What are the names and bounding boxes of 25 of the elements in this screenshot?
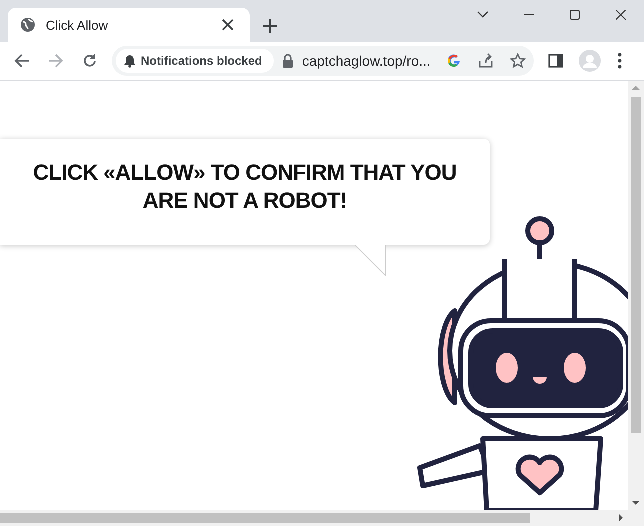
notifications-blocked-chip[interactable]: Notifications blocked (116, 49, 274, 73)
horizontal-scrollbar-thumb[interactable] (0, 513, 530, 523)
url-text[interactable]: captchaglow.top/ro... (302, 53, 434, 69)
plus-icon (263, 19, 277, 33)
avatar-icon (579, 50, 601, 72)
arrow-right-icon (48, 53, 64, 69)
minimize-icon (524, 14, 534, 16)
close-icon (616, 10, 626, 20)
google-g-icon (446, 53, 462, 69)
reload-icon (82, 53, 98, 69)
more-vertical-icon (618, 53, 622, 69)
arrow-left-icon (14, 53, 30, 69)
share-icon (478, 53, 494, 69)
side-panel-icon (548, 53, 564, 69)
bell-icon (124, 54, 136, 68)
browser-tab[interactable]: Click Allow (8, 8, 250, 42)
robot-check-message: CLICK «ALLOW» TO CONFIRM THAT YOU ARE NOT A ROBOT! (32, 159, 458, 215)
lock-icon (282, 54, 294, 68)
vertical-scrollbar-thumb[interactable] (631, 97, 641, 433)
maximize-icon (570, 10, 580, 20)
close-icon (222, 19, 234, 31)
chevron-down-icon (477, 11, 489, 19)
globe-icon (20, 17, 36, 33)
tab-title: Click Allow (46, 18, 110, 32)
star-icon (510, 53, 526, 69)
